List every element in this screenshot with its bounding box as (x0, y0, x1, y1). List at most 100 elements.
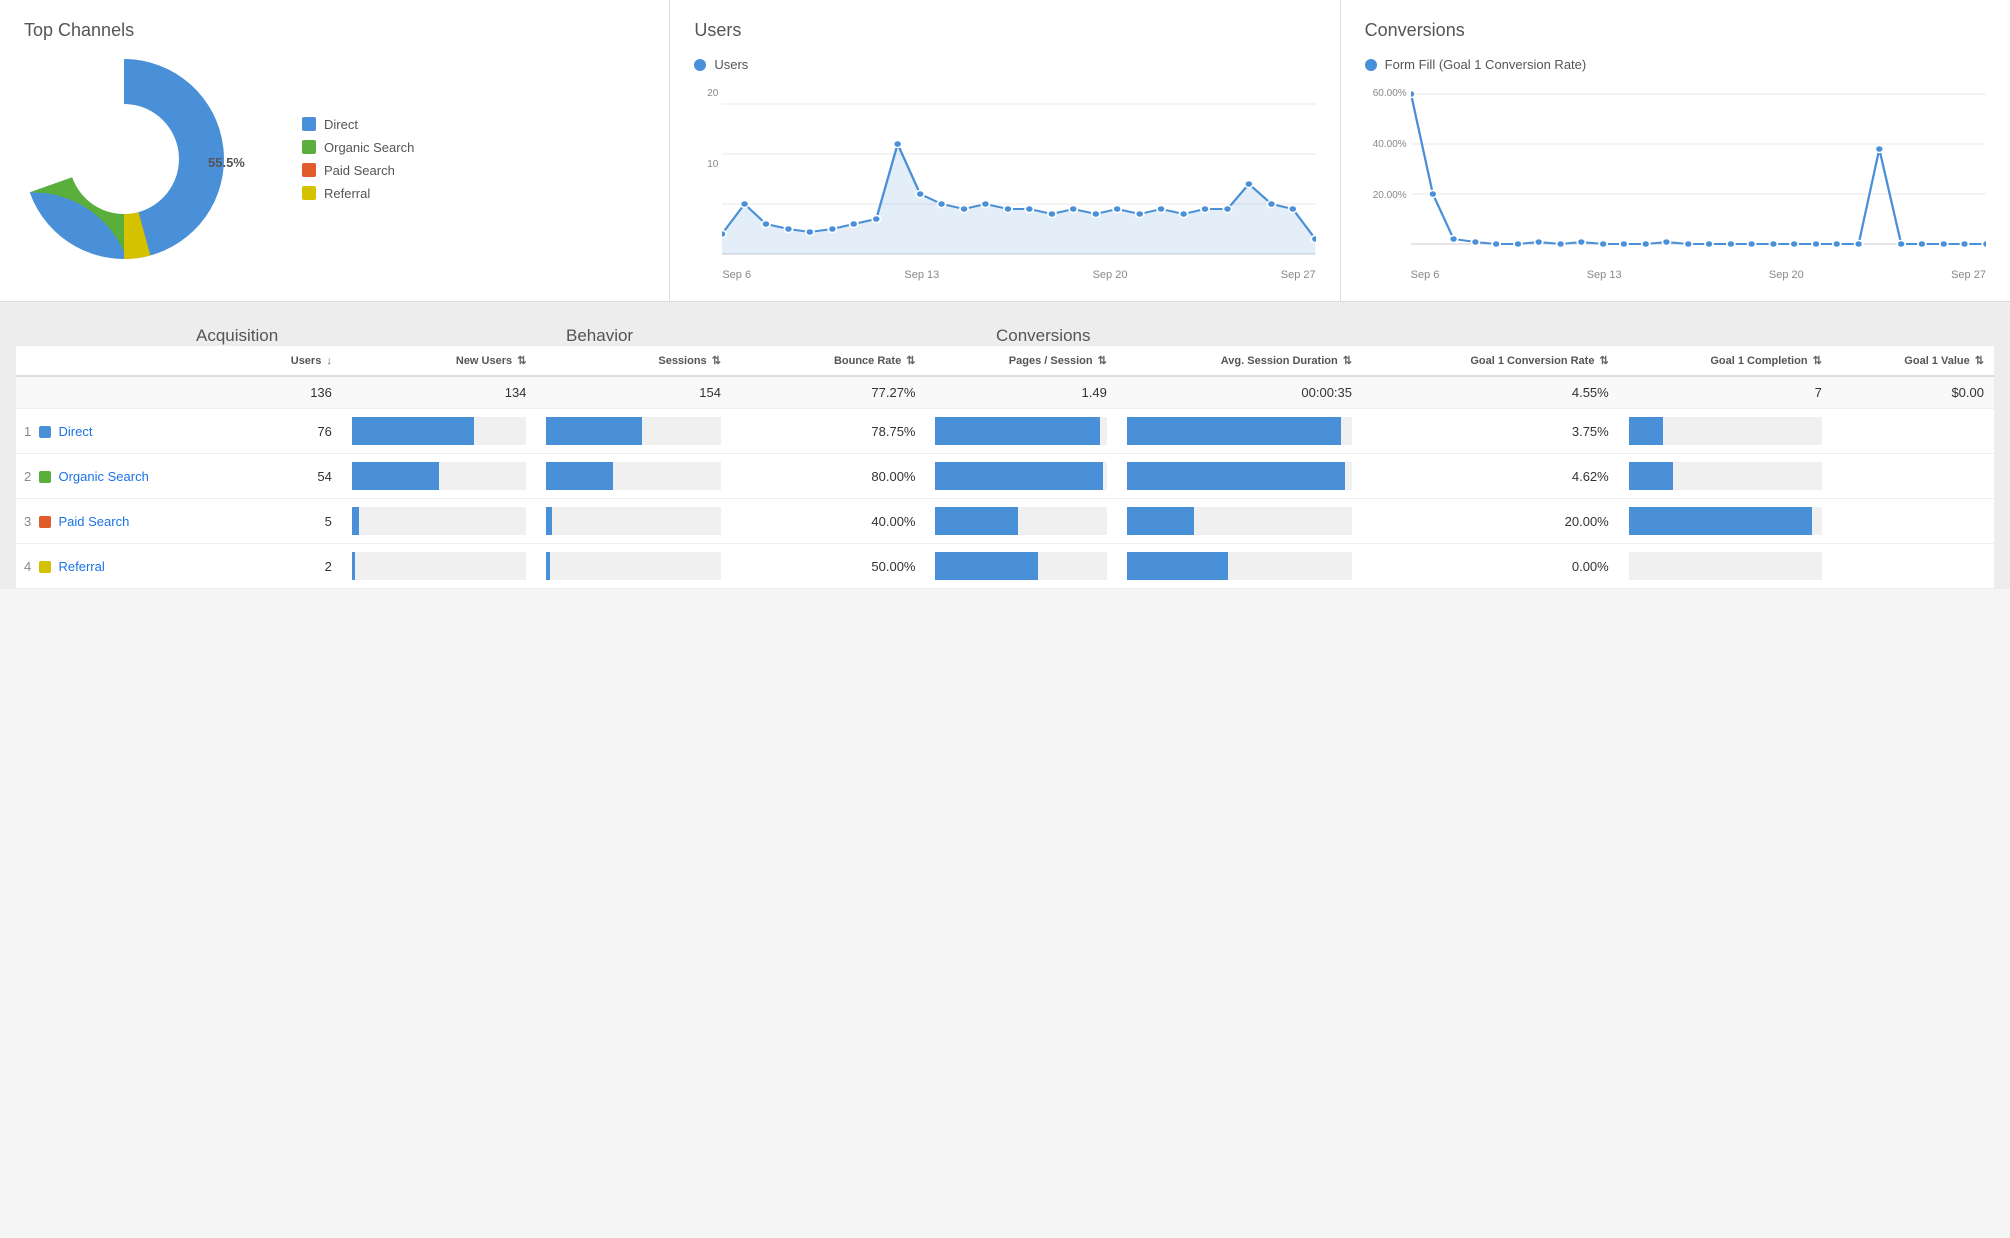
avg-session-header[interactable]: Avg. Session Duration ⇅ (1117, 346, 1362, 376)
row3-users: 5 (196, 499, 342, 544)
users-sort[interactable]: ↓ (326, 355, 332, 367)
acquisition-section-header: Acquisition (196, 326, 566, 346)
sessions-sort[interactable]: ⇅ (712, 355, 721, 367)
conversions-dot (1365, 59, 1377, 71)
row1-new-users-bar (342, 409, 537, 454)
row4-goal-bar (1619, 544, 1832, 589)
referral-link[interactable]: Referral (58, 559, 104, 574)
bounce-rate-header[interactable]: Bounce Rate ⇅ (731, 346, 926, 376)
x-label-sep27-conv: Sep 27 (1951, 269, 1986, 281)
conversions-chart-svg (1411, 84, 1986, 264)
x-label-sep6-conv: Sep 6 (1411, 269, 1440, 281)
users-dot (694, 59, 706, 71)
row1-avg-bar (1117, 409, 1362, 454)
row2-bounce-rate: 80.00% (731, 454, 926, 499)
table-row: 3 Paid Search 5 40.00% (16, 499, 1994, 544)
paid-link[interactable]: Paid Search (58, 514, 129, 529)
top-channels-panel: Top Channels 55.5% 39.4 (0, 0, 670, 301)
legend-paid: Paid Search (302, 163, 414, 178)
channel-header (16, 346, 196, 376)
users-chart-svg (722, 84, 1315, 264)
row4-new-users-bar (342, 544, 537, 589)
goal-rate-sort[interactable]: ⇅ (1600, 355, 1609, 367)
users-header[interactable]: Users ↓ (196, 346, 342, 376)
row3-sessions-bar (536, 499, 731, 544)
pie-legend: Direct Organic Search Paid Search Referr… (302, 117, 414, 201)
row4-channel: 4 Referral (16, 544, 196, 589)
total-pages-session: 1.49 (925, 376, 1116, 409)
pages-session-header[interactable]: Pages / Session ⇅ (925, 346, 1116, 376)
svg-text:55.5%: 55.5% (208, 155, 245, 170)
table-row: 2 Organic Search 54 80.00% (16, 454, 1994, 499)
conversions-chart-panel: Conversions Form Fill (Goal 1 Conversion… (1341, 0, 2010, 301)
total-bounce-rate: 77.27% (731, 376, 926, 409)
total-goal-value: $0.00 (1832, 376, 1994, 409)
direct-link[interactable]: Direct (58, 424, 92, 439)
row4-goal-value (1832, 544, 1994, 589)
row4-sessions-bar (536, 544, 731, 589)
sessions-header[interactable]: Sessions ⇅ (536, 346, 731, 376)
goal-completion-sort[interactable]: ⇅ (1813, 355, 1822, 367)
organic-link[interactable]: Organic Search (58, 469, 148, 484)
row1-channel: 1 Direct (16, 409, 196, 454)
avg-session-sort[interactable]: ⇅ (1343, 355, 1352, 367)
row4-users: 2 (196, 544, 342, 589)
data-table: Users ↓ New Users ⇅ Sessions ⇅ Bounce Ra… (16, 346, 1994, 589)
y-label-40: 40.00% (1365, 139, 1407, 150)
row4-avg-bar (1117, 544, 1362, 589)
row4-bounce-bar (925, 544, 1116, 589)
row3-new-users-bar (342, 499, 537, 544)
goal-value-sort[interactable]: ⇅ (1975, 355, 1984, 367)
pie-labels: 55.5% 39.4% (78, 57, 278, 257)
row2-goal-rate: 4.62% (1362, 454, 1619, 499)
row2-sessions-bar (536, 454, 731, 499)
x-label-sep6-users: Sep 6 (722, 269, 751, 281)
row2-goal-bar (1619, 454, 1832, 499)
users-chart-panel: Users Users 20 10 (670, 0, 1340, 301)
referral-icon (39, 561, 51, 573)
y-label-10: 10 (694, 159, 718, 170)
svg-text:39.4%: 39.4% (106, 164, 140, 178)
direct-icon (39, 426, 51, 438)
new-users-sort[interactable]: ⇅ (517, 355, 526, 367)
row2-channel: 2 Organic Search (16, 454, 196, 499)
row3-goal-rate: 20.00% (1362, 499, 1619, 544)
organic-color (302, 140, 316, 154)
conversions-section-header: Conversions (996, 326, 1994, 346)
x-label-sep13-conv: Sep 13 (1587, 269, 1622, 281)
conversions-chart-legend: Form Fill (Goal 1 Conversion Rate) (1365, 57, 1986, 72)
conversions-chart-title: Conversions (1365, 20, 1986, 41)
bounce-sort[interactable]: ⇅ (906, 355, 915, 367)
new-users-header[interactable]: New Users ⇅ (342, 346, 537, 376)
row4-goal-rate: 0.00% (1362, 544, 1619, 589)
paid-color (302, 163, 316, 177)
behavior-section-header: Behavior (566, 326, 996, 346)
row3-avg-bar (1117, 499, 1362, 544)
row3-bounce-bar (925, 499, 1116, 544)
row4-bounce-rate: 50.00% (731, 544, 926, 589)
goal-value-header[interactable]: Goal 1 Value ⇅ (1832, 346, 1994, 376)
legend-organic: Organic Search (302, 140, 414, 155)
total-goal-completion: 7 (1619, 376, 1832, 409)
row2-bounce-bar (925, 454, 1116, 499)
goal-rate-header[interactable]: Goal 1 Conversion Rate ⇅ (1362, 346, 1619, 376)
row2-new-users-bar (342, 454, 537, 499)
row1-goal-rate: 3.75% (1362, 409, 1619, 454)
y-label-20: 20.00% (1365, 190, 1407, 201)
total-goal-rate: 4.55% (1362, 376, 1619, 409)
y-label-20: 20 (694, 88, 718, 99)
bottom-section: Acquisition Behavior Conversions Users ↓… (0, 302, 2010, 589)
row2-users: 54 (196, 454, 342, 499)
pages-sort[interactable]: ⇅ (1098, 355, 1107, 367)
paid-icon (39, 516, 51, 528)
goal-completion-header[interactable]: Goal 1 Completion ⇅ (1619, 346, 1832, 376)
row2-avg-bar (1117, 454, 1362, 499)
users-chart-title: Users (694, 20, 1315, 41)
legend-direct: Direct (302, 117, 414, 132)
x-label-sep20-conv: Sep 20 (1769, 269, 1804, 281)
top-channels-title: Top Channels (24, 20, 645, 41)
row3-channel: 3 Paid Search (16, 499, 196, 544)
total-row: 136 134 154 77.27% 1.49 00:00:35 4.55% 7… (16, 376, 1994, 409)
legend-referral: Referral (302, 186, 414, 201)
row3-bounce-rate: 40.00% (731, 499, 926, 544)
